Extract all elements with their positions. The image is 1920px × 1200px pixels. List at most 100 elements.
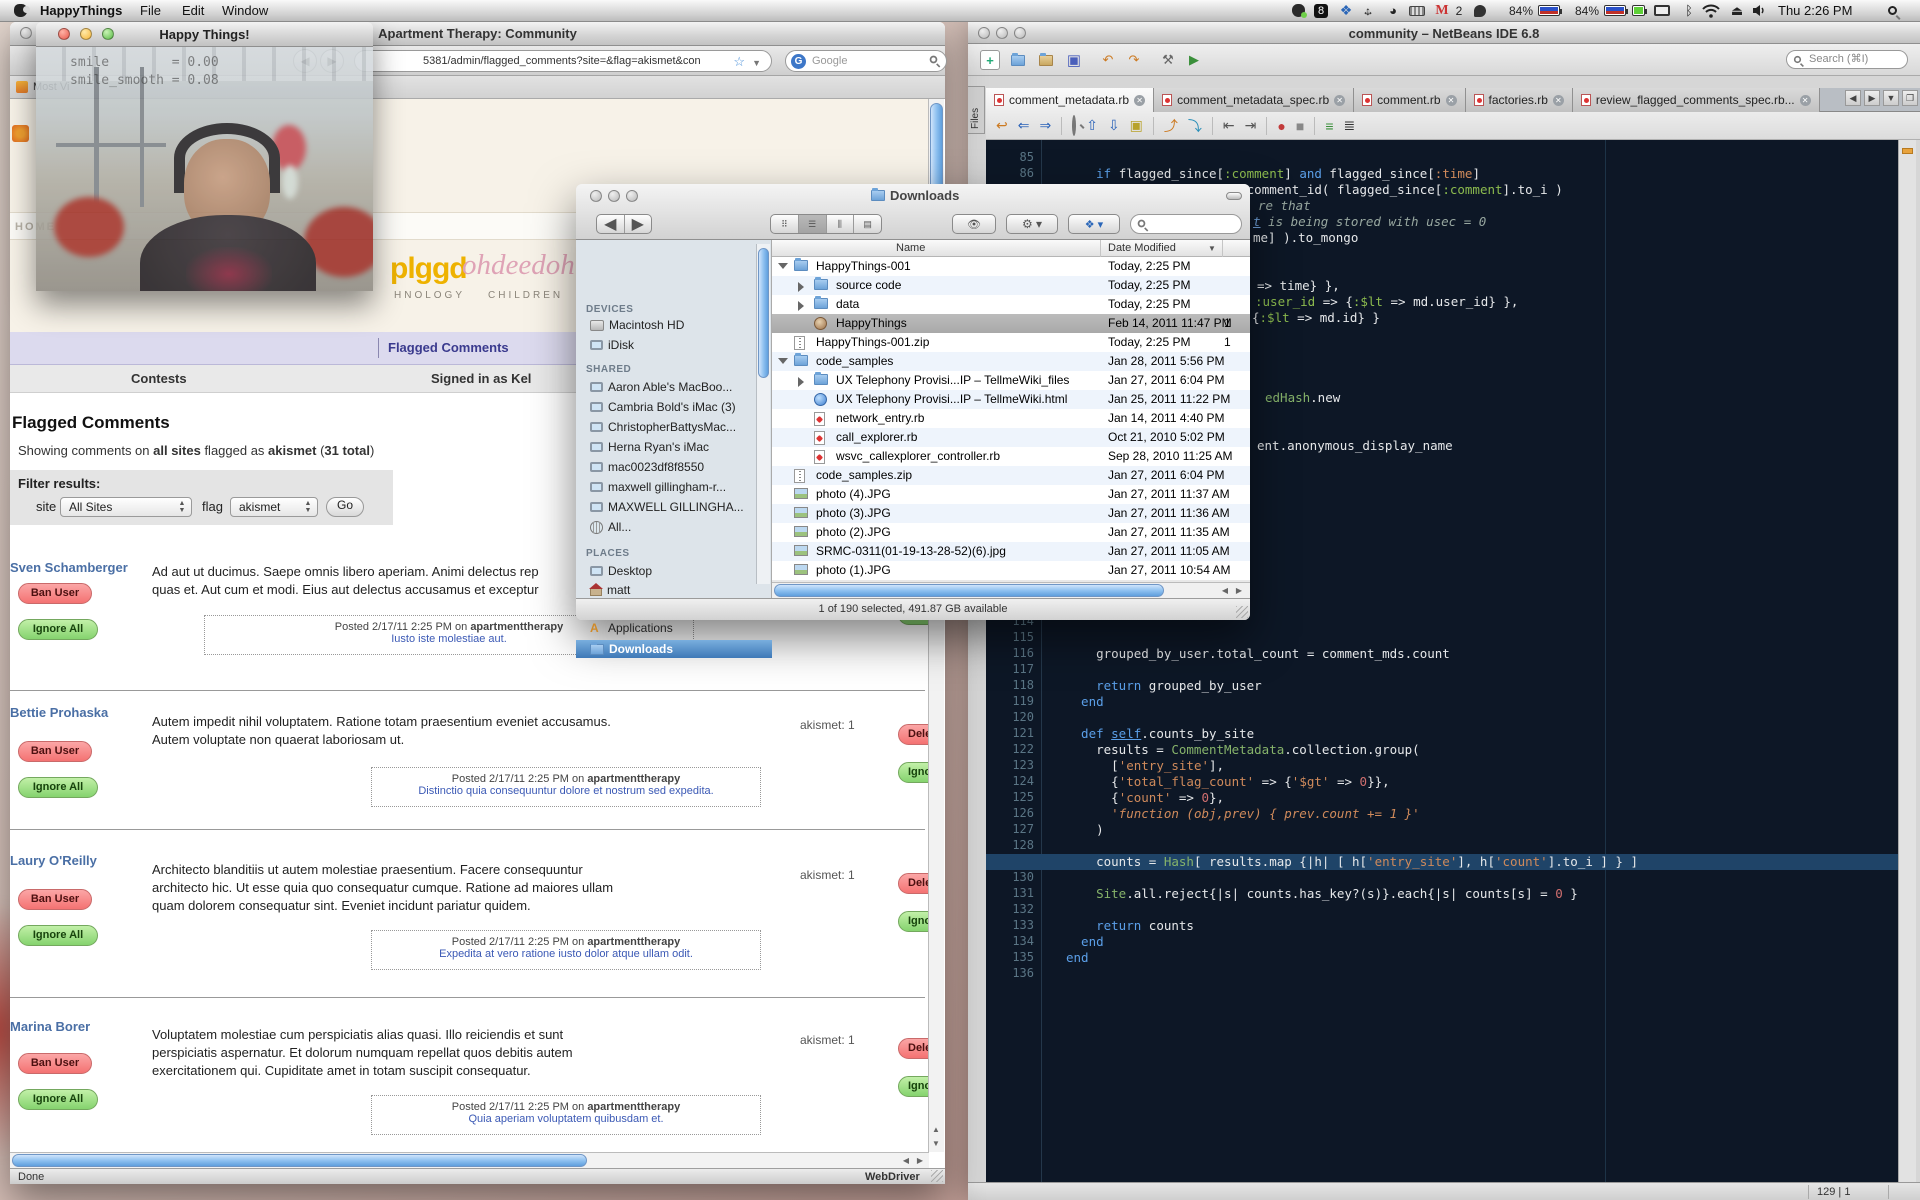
next-bookmark-icon[interactable]: ⤵ xyxy=(1188,116,1202,136)
list-view-icon[interactable]: ☰ xyxy=(799,215,827,233)
finder-search-input[interactable] xyxy=(1130,214,1242,234)
eject-icon[interactable]: ⏏ xyxy=(1730,2,1744,19)
comment-entry-link[interactable]: Distinctio quia consequuntur dolore et n… xyxy=(372,785,760,797)
column-view-icon[interactable]: ⫼ xyxy=(827,215,855,233)
tab-comment_metadata-rb[interactable]: comment_metadata.rb✕ xyxy=(986,88,1154,112)
tab-comment-rb[interactable]: comment.rb✕ xyxy=(1354,88,1465,112)
column-name[interactable]: Name xyxy=(896,242,925,254)
shift-left-icon[interactable]: ⇤ xyxy=(1223,117,1235,134)
column-date-modified[interactable]: Date Modified xyxy=(1108,242,1176,254)
file-row[interactable]: photo (4).JPGJan 27, 2011 11:37 AM xyxy=(772,485,1250,504)
files-vertical-tab[interactable]: Files xyxy=(968,86,985,134)
close-icon[interactable] xyxy=(590,190,602,202)
last-edit-icon[interactable]: ↩ xyxy=(996,117,1008,134)
disclosure-open-icon[interactable] xyxy=(778,358,788,364)
file-row[interactable]: UX Telephony Provisi...IP – TellmeWiki_f… xyxy=(772,371,1250,390)
sidebar-item-all[interactable]: All... xyxy=(590,520,631,534)
ignore-all-button[interactable]: Ignore All xyxy=(18,619,98,640)
back-icon[interactable]: ◀ xyxy=(597,215,625,233)
tab-contests[interactable]: Contests xyxy=(131,371,187,386)
spotlight-icon[interactable] xyxy=(1888,2,1897,19)
tab-comment_metadata_spec-rb[interactable]: comment_metadata_spec.rb✕ xyxy=(1154,88,1354,112)
sidebar-item-maxwell-gillingham-r[interactable]: maxwell gillingham-r... xyxy=(590,480,726,494)
file-row[interactable]: photo (2).JPGJan 27, 2011 11:35 AM xyxy=(772,523,1250,542)
ignore-button[interactable]: Ignore xyxy=(898,1076,929,1097)
commenter-link[interactable]: Bettie Prohaska xyxy=(10,705,108,720)
dropbox-menu-button[interactable]: ❖ ▾ xyxy=(1068,214,1120,234)
tab-factories-rb[interactable]: factories.rb✕ xyxy=(1466,88,1573,112)
action-menu-button[interactable]: ⚙ ▾ xyxy=(1006,214,1058,234)
sidebar-item-macintosh-hd[interactable]: Macintosh HD xyxy=(590,318,684,332)
menu-edit[interactable]: Edit xyxy=(182,3,204,18)
disclosure-closed-icon[interactable] xyxy=(798,301,804,311)
commenter-link[interactable]: Laury O'Reilly xyxy=(10,853,97,868)
icon-view-icon[interactable]: ⠿ xyxy=(771,215,799,233)
sidebar-item-mac0023df8f8550[interactable]: mac0023df8f8550 xyxy=(590,460,704,474)
file-row[interactable]: HappyThingsFeb 14, 2011 11:47 PM1 xyxy=(772,314,1250,333)
column-divider[interactable] xyxy=(1100,240,1101,257)
file-row[interactable]: UX Telephony Provisi...IP – TellmeWiki.h… xyxy=(772,390,1250,409)
redo-icon[interactable]: ↷ xyxy=(1124,50,1144,70)
sidebar-item-maxwell-gillingha[interactable]: MAXWELL GILLINGHA... xyxy=(590,500,744,514)
zoom-icon[interactable] xyxy=(626,190,638,202)
sidebar-scrollbar[interactable] xyxy=(756,244,770,584)
delete-button[interactable]: Delete xyxy=(898,1038,929,1059)
netbeans-titlebar[interactable]: community – NetBeans IDE 6.8 xyxy=(968,22,1920,44)
sidebar-item-applications[interactable]: AApplications xyxy=(590,621,673,635)
scrollbar-thumb[interactable] xyxy=(774,584,1164,597)
file-row[interactable]: HappyThings-001.zipToday, 2:25 PM1 xyxy=(772,333,1250,352)
bluetooth-icon[interactable]: ᛒ xyxy=(1682,2,1696,19)
error-stripe-mark[interactable] xyxy=(1902,148,1913,154)
delete-button[interactable]: Delete xyxy=(898,873,929,894)
file-row[interactable]: network_entry.rbJan 14, 2011 4:40 PM xyxy=(772,409,1250,428)
delete-button[interactable]: Delete xyxy=(898,724,929,745)
file-row[interactable]: dataToday, 2:25 PM xyxy=(772,295,1250,314)
ignore-button[interactable]: Ignore xyxy=(898,762,929,783)
search-icon[interactable] xyxy=(930,56,938,64)
notifier-icon[interactable] xyxy=(1472,2,1488,19)
sidebar-item-idisk[interactable]: iDisk xyxy=(590,338,634,352)
build-icon[interactable]: ⚒ xyxy=(1158,50,1178,70)
find-next-icon[interactable]: ⇩ xyxy=(1108,117,1120,134)
netbeans-search-input[interactable]: Search (⌘I) xyxy=(1786,50,1908,69)
record-macro-icon[interactable]: ● xyxy=(1277,118,1285,134)
find-previous-icon[interactable]: ⇧ xyxy=(1086,117,1098,134)
close-tab-icon[interactable]: ✕ xyxy=(1800,95,1811,106)
close-tab-icon[interactable]: ✕ xyxy=(1134,95,1145,106)
column-divider[interactable] xyxy=(1222,240,1223,257)
error-stripe[interactable] xyxy=(1898,140,1916,1182)
horizontal-scrollbar[interactable]: ◀ ▶ xyxy=(10,1152,929,1168)
disclosure-closed-icon[interactable] xyxy=(798,377,804,387)
ignore-all-button[interactable]: Ignore All xyxy=(18,925,98,946)
sidebar-item-christopherbattysmac[interactable]: ChristopherBattysMac... xyxy=(590,420,736,434)
scroll-up-icon[interactable]: ▲ xyxy=(932,1125,940,1134)
horizontal-scrollbar[interactable]: ◀ ▶ xyxy=(772,582,1250,598)
unplggd-logo[interactable]: plggd xyxy=(390,252,467,286)
toolbar-toggle-pill[interactable] xyxy=(1226,192,1242,200)
webcam-titlebar[interactable]: Happy Things! xyxy=(36,22,373,47)
scroll-down-icon[interactable]: ▼ xyxy=(932,1139,940,1148)
go-button[interactable]: Go xyxy=(326,497,364,517)
view-mode-control[interactable]: ⠿ ☰ ⫼ ▤ xyxy=(770,214,882,234)
google-quicksearch-icon[interactable]: 8 xyxy=(1313,2,1329,19)
ignore-all-button[interactable]: Ignore All xyxy=(18,1089,98,1110)
coverflow-view-icon[interactable]: ▤ xyxy=(854,215,881,233)
sidebar-item-desktop[interactable]: Desktop xyxy=(590,564,652,578)
pie-menu-icon[interactable]: ◕ xyxy=(1385,2,1401,19)
file-row[interactable]: call_explorer.rbOct 21, 2010 5:02 PM xyxy=(772,428,1250,447)
close-tab-icon[interactable]: ✕ xyxy=(1334,95,1345,106)
save-all-icon[interactable]: ▣ xyxy=(1064,50,1084,70)
ban-user-button[interactable]: Ban User xyxy=(18,583,92,604)
volume-icon[interactable] xyxy=(1752,2,1768,19)
tab-flagged-comments[interactable]: Flagged Comments xyxy=(388,340,509,355)
tab-review_flagged_comments_spec-rb---[interactable]: review_flagged_comments_spec.rb...✕ xyxy=(1573,88,1820,112)
commenter-link[interactable]: Marina Borer xyxy=(10,1019,90,1034)
close-tab-icon[interactable]: ✕ xyxy=(1553,95,1564,106)
highlight-icon[interactable]: ▣ xyxy=(1130,117,1143,134)
minimize-icon[interactable] xyxy=(608,190,620,202)
forward-icon[interactable]: ▶ xyxy=(625,215,652,233)
apple-menu-icon[interactable] xyxy=(14,4,27,17)
ban-user-button[interactable]: Ban User xyxy=(18,741,92,762)
back-forward-control[interactable]: ◀ ▶ xyxy=(596,214,652,234)
ignore-all-button[interactable]: Ignore All xyxy=(18,777,98,798)
